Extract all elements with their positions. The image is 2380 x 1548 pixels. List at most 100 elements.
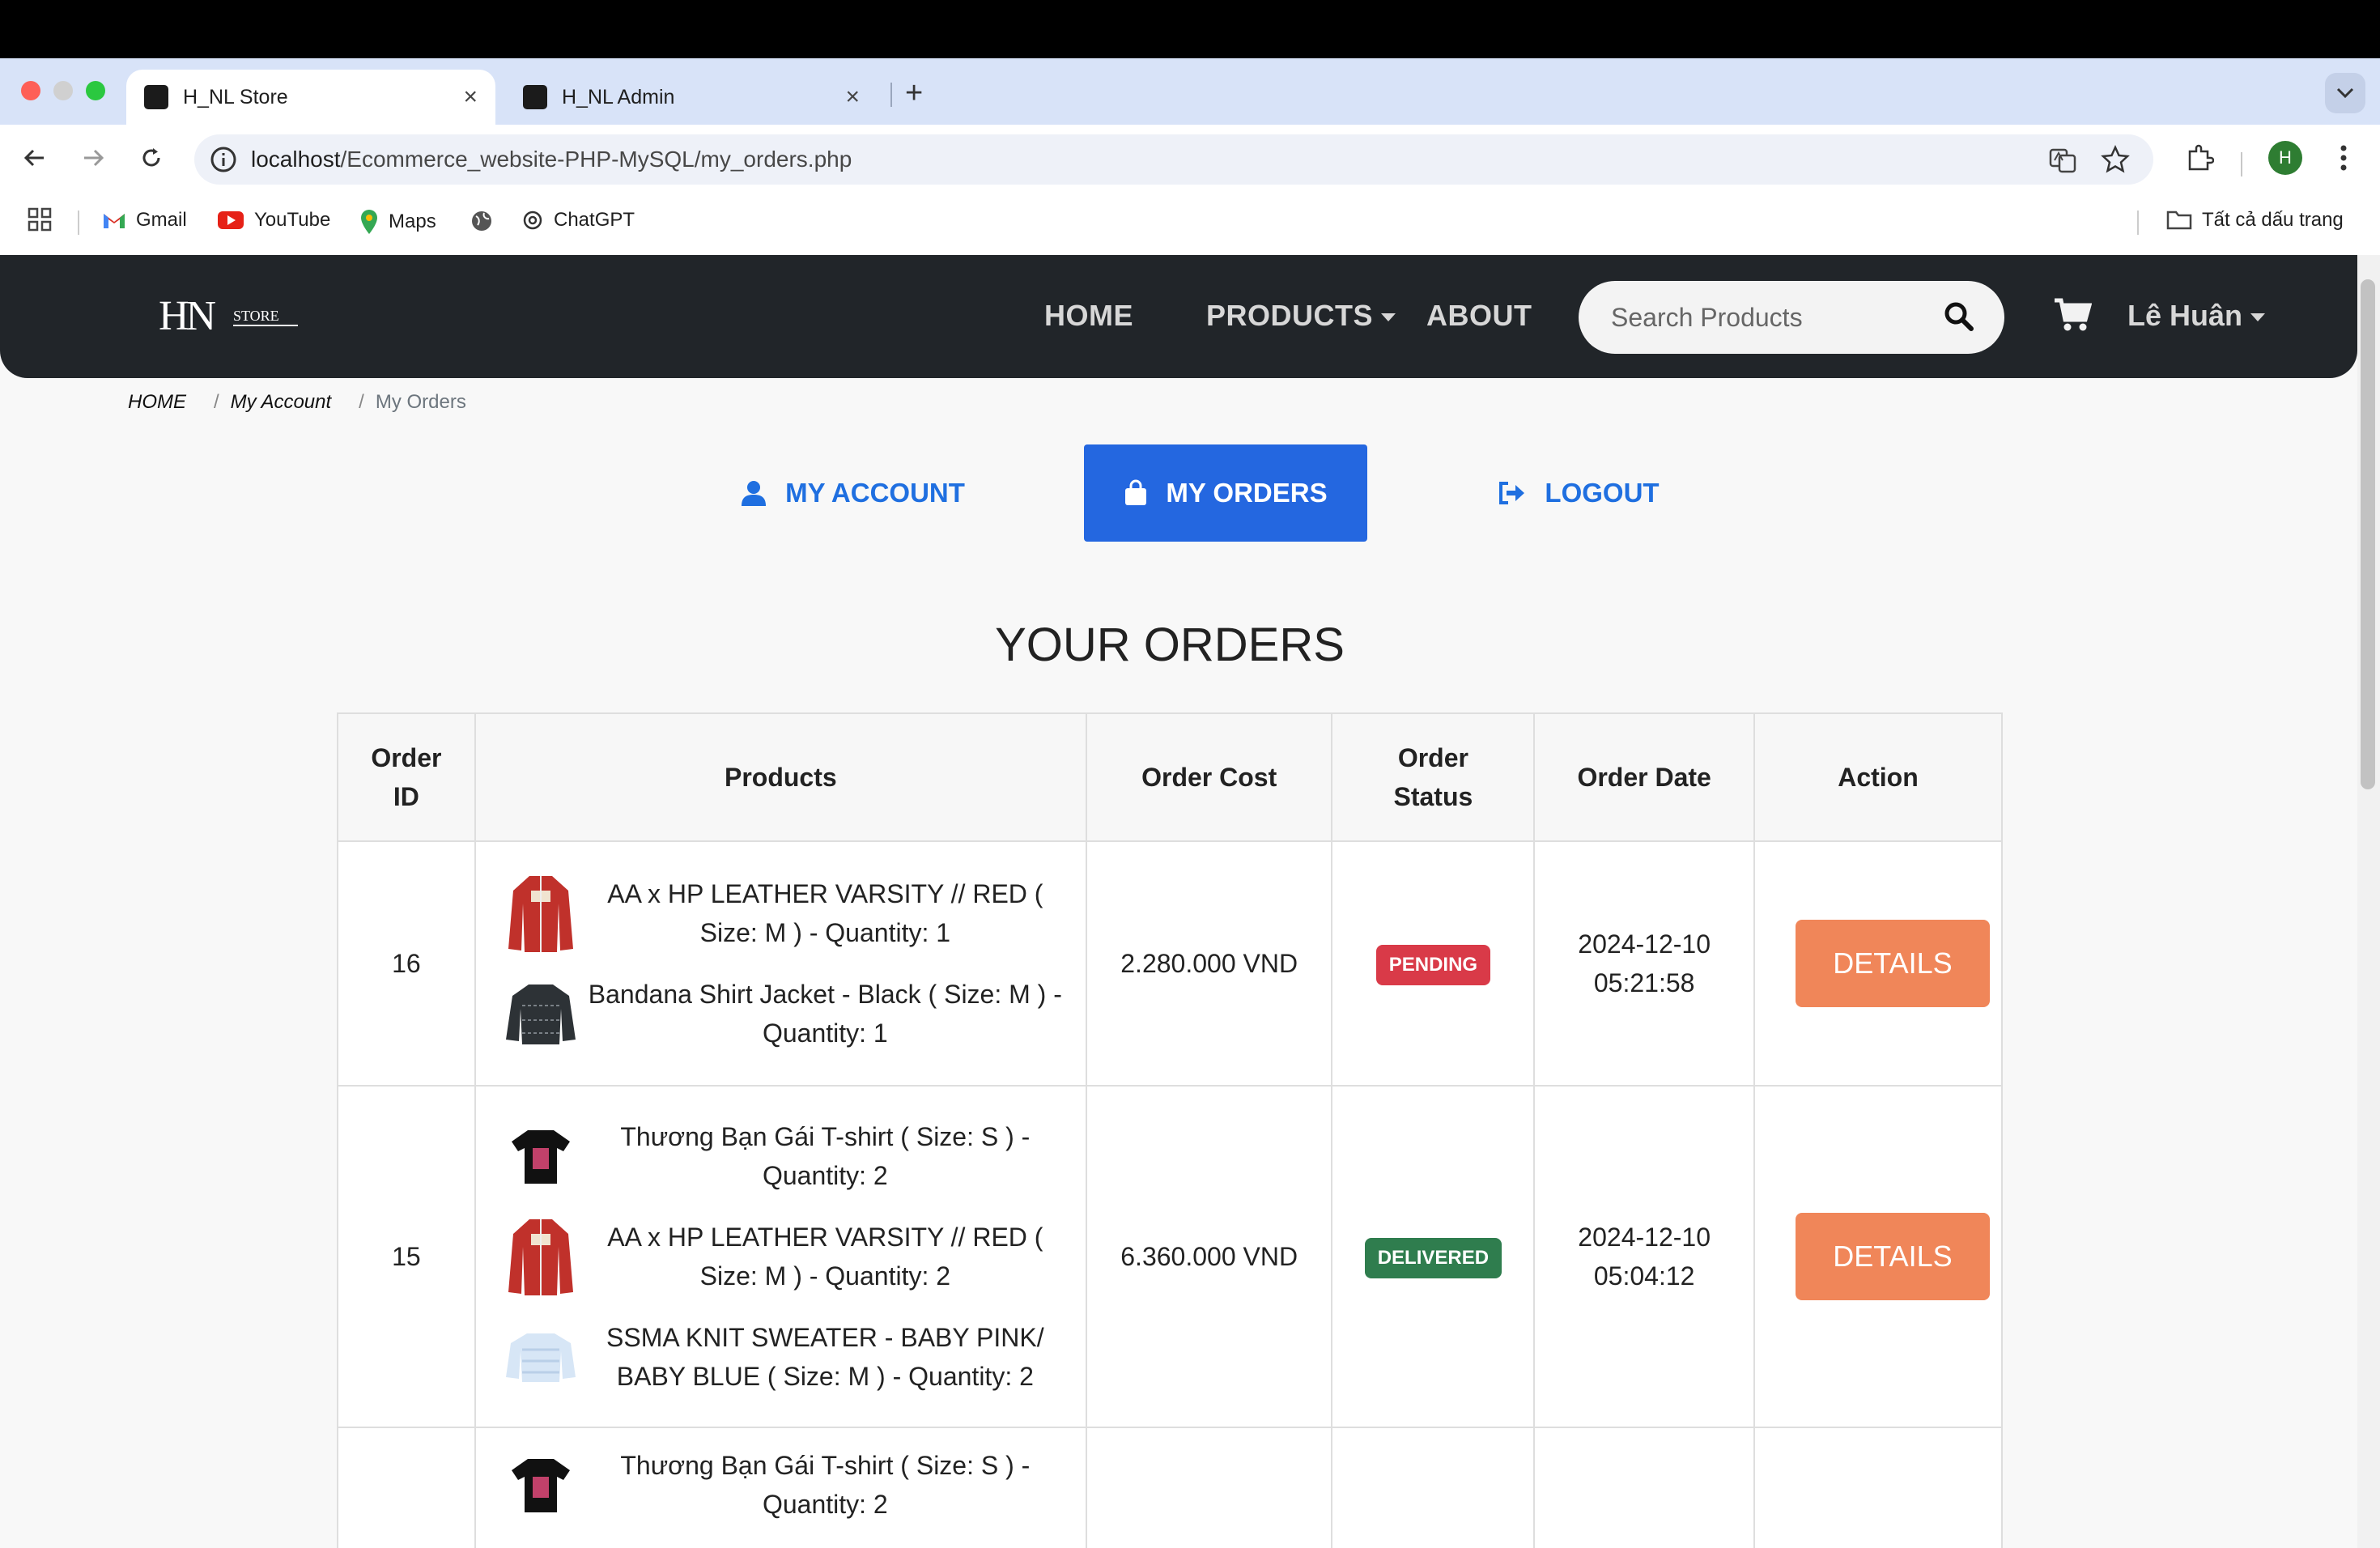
user-menu[interactable]: Lê Huân [2127,299,2266,333]
order-time: 05:04:12 [1593,1261,1695,1291]
table-row: 16 AA x HP LEATHER VARSITY // RED ( Size… [337,840,2004,1087]
address-bar[interactable]: localhost/Ecommerce_website-PHP-MySQL/my… [194,134,2153,185]
url-host: localhost [251,147,341,172]
maps-pin-icon [361,210,377,234]
product-name: AA x HP LEATHER VARSITY // RED ( Size: M… [607,879,1043,947]
black-tshirt-image [511,1459,570,1512]
search-input[interactable]: Search Products [1579,281,2004,354]
my-account-button[interactable]: MY ACCOUNT [711,444,994,542]
page-title: YOUR ORDERS [995,619,1345,671]
close-tab-icon[interactable]: × [845,83,860,111]
cart-icon[interactable] [2053,297,2092,333]
apps-grid-icon[interactable] [28,207,52,232]
tab-admin[interactable]: H_NL Admin × [505,70,878,125]
site-navbar: HN STORE HOME PRODUCTS ABOUT Search Prod… [0,255,2357,378]
knit-sweater-image [505,1333,576,1382]
logo-main-text: HN [159,294,216,334]
admin-favicon-icon [523,85,547,109]
logout-label: LOGOUT [1545,478,1660,508]
product-line: AA x HP LEATHER VARSITY // RED ( Size: M… [476,863,1086,963]
new-tab-plus-icon[interactable]: + [905,76,923,111]
order-date: 2024-12-10 [1578,1223,1711,1252]
bookmarks-separator [2137,211,2139,235]
header-text: Order [1397,743,1468,772]
search-icon[interactable] [1943,300,1975,333]
column-header-date: Order Date [1533,712,1755,842]
action-cell: DETAILS [1753,840,2004,1087]
translate-icon[interactable] [2048,146,2077,175]
product-name: SSMA KNIT SWEATER - BABY PINK/ BABY BLUE… [606,1323,1044,1391]
tab-search-chevron-icon[interactable] [2325,73,2365,113]
details-button[interactable]: DETAILS [1795,1213,1990,1300]
bookmark-youtube[interactable]: YouTube [217,209,330,232]
tab-title: H_NL Store [183,85,288,108]
column-header-action: Action [1753,712,2004,842]
column-header-products: Products [474,712,1087,842]
extensions-puzzle-icon[interactable] [2181,139,2218,176]
bookmark-globe[interactable] [470,209,494,233]
product-name: Bandana Shirt Jacket - Black ( Size: M )… [588,980,1062,1048]
table-row: Thương Bạn Gái T-shirt ( Size: S ) - Qua… [337,1427,2004,1548]
close-window-button[interactable] [21,81,40,100]
breadcrumb-home[interactable]: HOME [128,391,186,414]
breadcrumb-account[interactable]: My Account [231,391,332,414]
my-orders-button[interactable]: MY ORDERS [1084,444,1367,542]
bookmark-star-icon[interactable] [2100,144,2131,175]
breadcrumb: HOME / My Account / My Orders [128,391,466,414]
all-bookmarks-folder[interactable]: Tất cả dấu trang [2166,209,2344,232]
browser-menu-icon[interactable] [2325,139,2362,176]
bookmark-label: ChatGPT [554,209,635,231]
caret-down-icon [1381,313,1396,322]
order-id-cell [337,1427,476,1548]
site-info-icon[interactable] [209,145,238,174]
forward-arrow-icon[interactable] [74,139,112,176]
order-date-cell: 2024-12-10 05:21:58 [1533,840,1755,1087]
table-row: 15 Thương Bạn Gái T-shirt ( Size: S ) - … [337,1085,2004,1428]
reload-icon[interactable] [133,139,170,176]
column-header-cost: Order Cost [1085,712,1333,842]
nav-products-label: PRODUCTS [1206,299,1374,332]
bookmark-chatgpt[interactable]: ChatGPT [521,209,635,232]
order-id-cell: 16 [337,840,476,1087]
close-tab-icon[interactable]: × [463,83,478,111]
nav-about[interactable]: ABOUT [1426,299,1532,333]
search-placeholder: Search Products [1611,302,1803,332]
header-text: Order [371,743,442,772]
my-account-label: MY ACCOUNT [785,478,965,508]
order-status-cell [1331,1427,1536,1548]
site-logo[interactable]: HN STORE [159,294,300,334]
bookmark-gmail[interactable]: Gmail [102,209,187,232]
order-date: 2024-12-10 [1578,929,1711,959]
zoom-window-button[interactable] [86,81,105,100]
red-varsity-jacket-image [508,876,573,952]
product-thumbnail [499,1211,581,1302]
action-cell: DETAILS [1753,1085,2004,1428]
order-date-cell [1533,1427,1755,1548]
web-page: HN STORE HOME PRODUCTS ABOUT Search Prod… [0,255,2380,1548]
product-line: Bandana Shirt Jacket - Black ( Size: M )… [476,963,1086,1064]
details-button[interactable]: DETAILS [1795,920,1990,1007]
profile-avatar[interactable]: H [2267,139,2304,176]
product-name: Thương Bạn Gái T-shirt ( Size: S ) - Qua… [620,1451,1031,1519]
logout-button[interactable]: LOGOUT [1457,444,1700,542]
product-line: Thương Bạn Gái T-shirt ( Size: S ) - Qua… [476,1435,1086,1535]
scrollbar-thumb[interactable] [2361,279,2375,789]
url-path: /Ecommerce_website-PHP-MySQL/my_orders.p… [340,147,852,172]
my-orders-label: MY ORDERS [1166,478,1328,508]
black-tshirt-image [511,1130,570,1184]
order-cost-cell [1085,1427,1333,1548]
bookmark-label: Maps [389,211,436,232]
product-name: AA x HP LEATHER VARSITY // RED ( Size: M… [607,1223,1043,1291]
minimize-window-button[interactable] [53,81,73,100]
youtube-icon [218,211,244,229]
breadcrumb-separator: / [359,391,364,413]
order-time: 05:21:58 [1593,968,1695,997]
nav-home[interactable]: HOME [1044,299,1133,333]
caret-down-icon [2250,313,2266,322]
tab-store[interactable]: H_NL Store × [126,70,495,125]
back-arrow-icon[interactable] [16,139,53,176]
order-id-cell: 15 [337,1085,476,1428]
bookmark-maps[interactable]: Maps [359,209,436,235]
order-status-cell: DELIVERED [1331,1085,1536,1428]
nav-products[interactable]: PRODUCTS [1206,299,1396,333]
